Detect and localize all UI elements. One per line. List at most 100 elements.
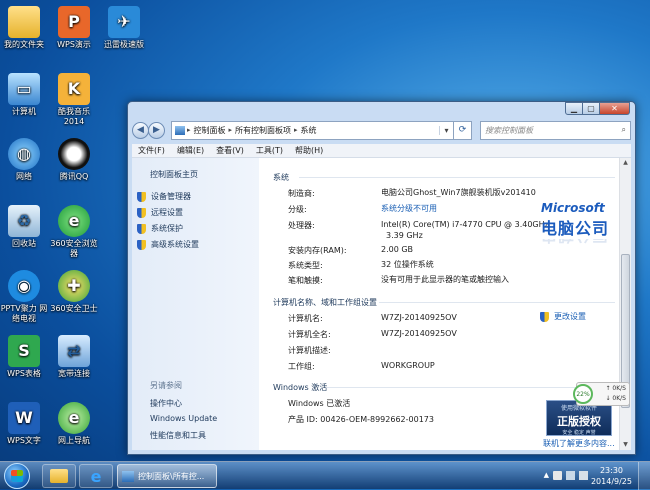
remote-settings-link[interactable]: 远程设置 xyxy=(137,207,183,218)
start-button[interactable] xyxy=(4,463,30,489)
search-input[interactable]: 搜索控制面板 ⌕ xyxy=(480,120,631,140)
desktop-icon-label: 腾讯QQ xyxy=(59,172,89,181)
menu-help[interactable]: 帮助(H) xyxy=(289,145,329,156)
ie-taskbar-button[interactable]: e xyxy=(79,464,113,488)
desktop-icon-wps-writer[interactable]: W WPS文字 xyxy=(0,402,48,446)
desktop-icon-web-nav[interactable]: e 网上导航 xyxy=(50,402,98,446)
explorer-taskbar-button[interactable] xyxy=(42,464,76,488)
workgroup-label: 工作组: xyxy=(288,362,315,371)
scroll-down-icon[interactable]: ▼ xyxy=(620,440,631,450)
change-settings-link[interactable]: 更改设置 xyxy=(540,311,586,322)
minimize-button[interactable]: ▁ xyxy=(565,102,583,115)
computer-icon: ▭ xyxy=(8,73,40,105)
pen-touch-label: 笔和触摸: xyxy=(288,276,323,285)
breadcrumb-control-panel[interactable]: 控制面板 xyxy=(191,125,229,136)
vertical-scrollbar[interactable]: ▲ ▼ xyxy=(619,158,631,450)
shield-icon xyxy=(137,191,146,202)
desktop-icon-network[interactable]: ◍ 网络 xyxy=(0,138,48,182)
action-center-link[interactable]: 操作中心 xyxy=(150,398,182,409)
back-button[interactable]: ◀ xyxy=(132,121,149,139)
pen-touch-value: 没有可用于此显示器的笔或触控输入 xyxy=(381,275,509,284)
control-panel-icon xyxy=(122,470,134,482)
search-placeholder: 搜索控制面板 xyxy=(485,125,533,135)
tray-expand-icon[interactable]: ▲ xyxy=(544,471,549,480)
breadcrumb-all-items[interactable]: 所有控制面板项 xyxy=(232,125,294,136)
system-type-label: 系统类型: xyxy=(288,261,323,270)
desktop-icon-label: 宽带连接 xyxy=(58,369,90,378)
learn-more-link[interactable]: 联机了解更多内容... xyxy=(543,438,615,449)
desktop-icon-360-browser[interactable]: e 360安全浏览器 xyxy=(50,205,98,259)
oem-logo: Microsoft 电脑公司 电脑公司 xyxy=(541,201,609,249)
computer-name-label: 计算机名: xyxy=(288,314,323,323)
control-panel-home-link[interactable]: 控制面板主页 xyxy=(150,169,198,180)
wps-spreadsheet-icon: S xyxy=(8,335,40,367)
thunder-bird-icon: ✈ xyxy=(108,6,140,38)
desktop-icon-pptv[interactable]: ◉ PPTV聚力 网络电视 xyxy=(0,270,48,324)
clock[interactable]: 23:30 2014/9/25 xyxy=(591,465,632,487)
section-divider xyxy=(327,387,615,388)
oem-logo-microsoft: Microsoft xyxy=(541,201,605,215)
link-label: 设备管理器 xyxy=(151,192,191,201)
windows-update-link[interactable]: Windows Update xyxy=(150,414,217,423)
desktop-icon-wps-spreadsheet[interactable]: S WPS表格 xyxy=(0,335,48,379)
computer-section-title: 计算机名称、域和工作组设置 xyxy=(273,298,377,307)
desktop-icon-my-folder[interactable]: 我的文件夹 xyxy=(0,6,48,50)
refresh-icon[interactable]: ⟳ xyxy=(454,120,472,140)
oem-logo-company: 电脑公司 xyxy=(541,219,610,238)
menu-bar: 文件(F) 编辑(E) 查看(V) 工具(T) 帮助(H) xyxy=(132,144,631,158)
desktop-icon-360-safe[interactable]: ✚ 360安全卫士 xyxy=(50,270,98,314)
desktop-icon-computer[interactable]: ▭ 计算机 xyxy=(0,73,48,117)
address-dropdown-icon[interactable]: ▾ xyxy=(439,125,453,135)
ram-value: 2.00 GB xyxy=(381,245,414,254)
scroll-up-icon[interactable]: ▲ xyxy=(620,158,631,168)
system-protection-link[interactable]: 系统保护 xyxy=(137,223,183,234)
recycle-bin-icon: ♻ xyxy=(8,205,40,237)
network-tray-icon[interactable] xyxy=(566,471,575,480)
desktop-icon-label: WPS文字 xyxy=(7,436,41,445)
badge-main-text: 正版授权 xyxy=(557,415,601,428)
action-center-flag-icon[interactable] xyxy=(553,471,562,480)
desktop-icon-qq[interactable]: 腾讯QQ xyxy=(50,138,98,182)
desktop-icon-broadband[interactable]: ⇄ 宽带连接 xyxy=(50,335,98,379)
menu-view[interactable]: 查看(V) xyxy=(210,145,250,156)
wps-presentation-icon: P xyxy=(58,6,90,38)
breadcrumb-system[interactable]: 系统 xyxy=(298,125,320,136)
link-label: 系统保护 xyxy=(151,224,183,233)
desktop-icon-wps-presentation[interactable]: P WPS演示 xyxy=(50,6,98,50)
full-name-value: W7ZJ-20140925OV xyxy=(381,329,457,338)
desktop-icon-kuwo[interactable]: K 酷我音乐 2014 xyxy=(50,73,98,127)
folder-icon xyxy=(8,6,40,38)
volume-icon[interactable] xyxy=(579,471,588,480)
see-also-heading: 另请参阅 xyxy=(150,381,182,390)
kuwo-music-icon: K xyxy=(58,73,90,105)
close-button[interactable]: ✕ xyxy=(600,102,630,115)
left-pane: 控制面板主页 设备管理器 远程设置 系统保护 高级系统设置 另请参阅 操作中心 … xyxy=(132,158,259,450)
download-speed-value: 0K/S xyxy=(612,395,626,402)
360-safe-icon: ✚ xyxy=(58,270,90,302)
show-desktop-button[interactable] xyxy=(638,462,650,490)
control-panel-task-button[interactable]: 控制面板\所有控... xyxy=(117,464,217,488)
network-speed-widget[interactable]: 22% ↑ 0K/S ↓ 0K/S xyxy=(573,382,630,406)
device-manager-link[interactable]: 设备管理器 xyxy=(137,191,191,202)
rating-link[interactable]: 系统分级不可用 xyxy=(381,203,437,214)
desktop-icon-thunder[interactable]: ✈ 迅雷极速版 xyxy=(99,6,149,50)
desktop-icon-label: 360安全浏览器 xyxy=(50,239,98,258)
maximize-button[interactable]: ▢ xyxy=(583,102,600,115)
system-type-value: 32 位操作系统 xyxy=(381,260,434,269)
title-bar[interactable]: ▁ ▢ ✕ xyxy=(128,102,635,116)
desktop-icon-label: 我的文件夹 xyxy=(4,40,44,49)
menu-edit[interactable]: 编辑(E) xyxy=(171,145,210,156)
performance-info-link[interactable]: 性能信息和工具 xyxy=(150,430,206,441)
address-bar[interactable]: ▸ 控制面板 ▸ 所有控制面板项 ▸ 系统 ▾ xyxy=(171,120,454,140)
forward-button[interactable]: ▶ xyxy=(148,121,165,139)
desktop-icon-label: 360安全卫士 xyxy=(50,304,98,313)
processor-label: 处理器: xyxy=(288,221,315,230)
search-icon[interactable]: ⌕ xyxy=(622,125,626,135)
advanced-settings-link[interactable]: 高级系统设置 xyxy=(137,239,199,250)
menu-tools[interactable]: 工具(T) xyxy=(250,145,289,156)
ram-label: 安装内存(RAM): xyxy=(288,246,347,255)
menu-file[interactable]: 文件(F) xyxy=(132,145,171,156)
task-label: 控制面板\所有控... xyxy=(138,471,205,481)
upload-speed: ↑ 0K/S xyxy=(605,385,626,392)
desktop-icon-recycle[interactable]: ♻ 回收站 xyxy=(0,205,48,249)
